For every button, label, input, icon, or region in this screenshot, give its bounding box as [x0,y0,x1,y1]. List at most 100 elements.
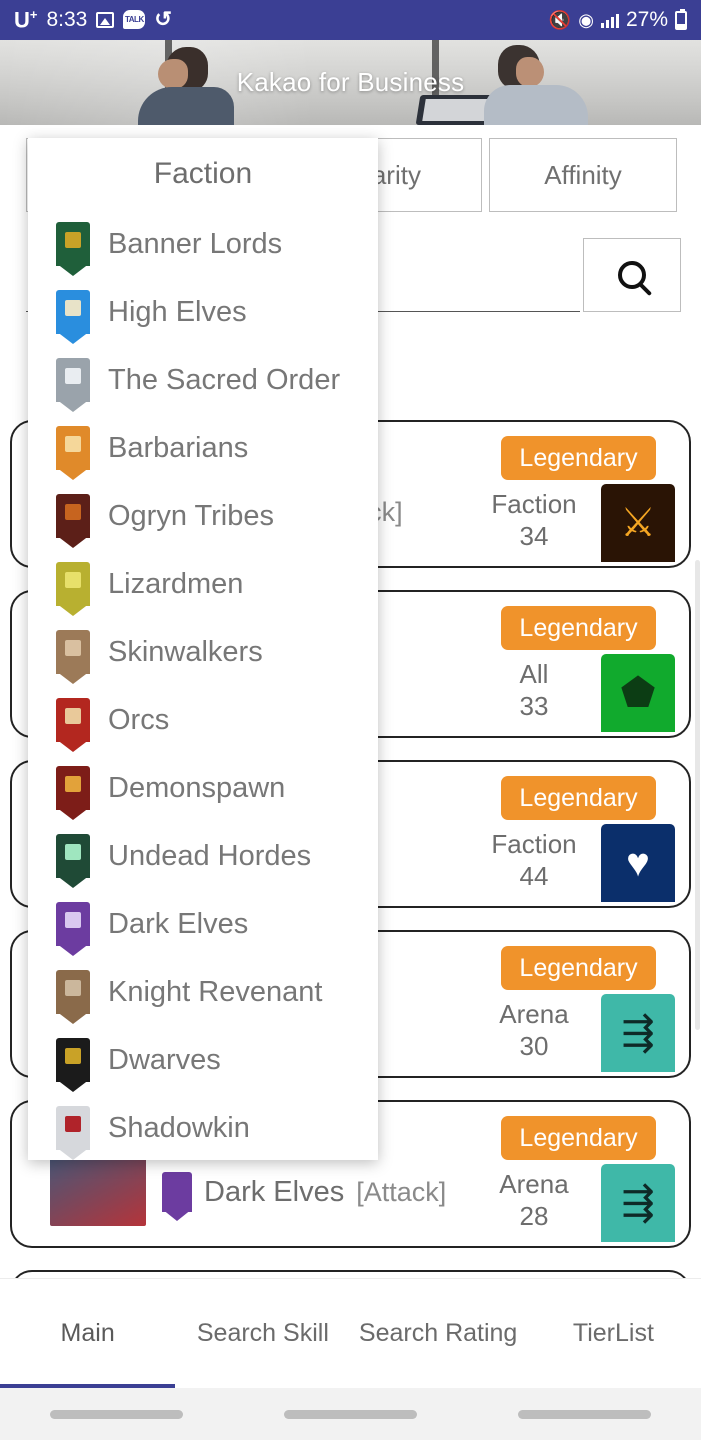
faction-option-the-sacred-order[interactable]: The Sacred Order [28,346,378,414]
faction-banner-icon [56,358,90,402]
battery-icon [675,11,687,30]
faction-banner-icon [56,562,90,606]
character-role-label: [Attack] [356,1177,446,1208]
faction-banner-icon [56,426,90,470]
faction-option-label: Dark Elves [108,908,248,941]
nav-label-main: Main [61,1318,115,1349]
faction-banner-icon [56,698,90,742]
faction-option-label: Banner Lords [108,228,282,261]
rating-category: Arena [474,1168,594,1200]
stat-glyph: ⇶ [601,994,675,1072]
faction-banner-icon [56,1106,90,1150]
rating-block: Arena 28 [474,1168,594,1232]
rating-block: Faction 44 [474,828,594,892]
filter-affinity-button[interactable]: Affinity [489,138,677,212]
mute-icon: 🔇 [549,11,571,29]
faction-option-knight-revenant[interactable]: Knight Revenant [28,958,378,1026]
rarity-badge: Legendary [501,946,656,990]
faction-option-ogryn-tribes[interactable]: Ogryn Tribes [28,482,378,550]
rating-category: Arena [474,998,594,1030]
rotate-icon: ↺ [154,9,172,30]
nav-label-search-skill: Search Skill [197,1318,329,1349]
nav-item-tierlist[interactable]: TierList [526,1279,701,1389]
stat-glyph: ⬟ [601,654,675,732]
character-faction-label: Dark Elves [204,1176,344,1209]
android-system-nav-bar [0,1388,701,1440]
nav-item-search-skill[interactable]: Search Skill [175,1279,350,1389]
faction-option-label: Undead Hordes [108,840,311,873]
faction-option-lizardmen[interactable]: Lizardmen [28,550,378,618]
nav-recents-handle[interactable] [518,1410,651,1419]
signal-icon [601,13,619,28]
stat-glyph: ⇶ [601,1164,675,1242]
ad-banner[interactable]: Kakao for Business [0,40,701,125]
faction-dropdown-items: Banner Lords High Elves The Sacred Order Ba… [28,210,378,1160]
faction-dropdown-menu[interactable]: Faction Banner Lords High Elves The Sacred… [28,138,378,1160]
carrier-label: U+ [14,7,37,33]
faction-option-orcs[interactable]: Orcs [28,686,378,754]
nav-label-tierlist: TierList [573,1318,654,1349]
faction-option-shadowkin[interactable]: Shadowkin [28,1094,378,1160]
android-status-bar: U+ 8:33 TALK ↺ ↎ 🔇 ◉ 27% [0,0,701,40]
faction-banner-icon [56,494,90,538]
faction-option-label: Ogryn Tribes [108,500,274,533]
rarity-badge: Legendary [501,1116,656,1160]
speed-runner-icon: ⇶ [601,994,675,1072]
stat-glyph: ⚔ [601,484,675,562]
faction-option-label: Dwarves [108,1044,221,1077]
wifi-icon: ◉ [578,11,594,29]
search-button[interactable] [583,238,681,312]
faction-option-dark-elves[interactable]: Dark Elves [28,890,378,958]
faction-option-label: Barbarians [108,432,248,465]
rating-block: Faction 34 [474,488,594,552]
faction-banner-icon [56,290,90,334]
faction-banner-icon [56,222,90,266]
rarity-badge: Legendary [501,776,656,820]
status-bar-left: U+ 8:33 TALK ↺ [14,7,172,33]
nav-home-handle[interactable] [284,1410,417,1419]
rating-category: Faction [474,488,594,520]
photo-icon [96,12,114,28]
rarity-badge: Legendary [501,436,656,480]
battery-percent: 27% [626,8,668,32]
rating-block: All 33 [474,658,594,722]
faction-option-demonspawn[interactable]: Demonspawn [28,754,378,822]
nav-label-search-rating: Search Rating [359,1318,517,1349]
nav-item-main[interactable]: Main [0,1279,175,1389]
faction-banner-icon [162,1172,192,1212]
faction-option-undead-hordes[interactable]: Undead Hordes [28,822,378,890]
list-scrollbar[interactable] [695,560,700,1030]
stat-glyph: ♥ [601,824,675,902]
rarity-badge: Legendary [501,606,656,650]
nav-back-handle[interactable] [50,1410,183,1419]
rating-value: 30 [474,1030,594,1062]
faction-option-barbarians[interactable]: Barbarians [28,414,378,482]
nav-item-search-rating[interactable]: Search Rating [351,1279,526,1389]
faction-option-dwarves[interactable]: Dwarves [28,1026,378,1094]
faction-option-high-elves[interactable]: High Elves [28,278,378,346]
faction-option-label: Demonspawn [108,772,285,805]
rating-value: 44 [474,860,594,892]
rating-block: Arena 30 [474,998,594,1062]
faction-option-label: High Elves [108,296,247,329]
faction-option-label: Knight Revenant [108,976,322,1009]
hp-heart-icon: ♥ [601,824,675,902]
faction-option-label: Orcs [108,704,169,737]
app-root: U+ 8:33 TALK ↺ ↎ 🔇 ◉ 27% Kakao for Busin… [0,0,701,1440]
defense-shield-icon: ⬟ [601,654,675,732]
faction-option-skinwalkers[interactable]: Skinwalkers [28,618,378,686]
status-bar-right: ↎ 🔇 ◉ 27% [542,8,687,32]
kakaotalk-icon: TALK [123,10,145,29]
faction-option-label: Skinwalkers [108,636,263,669]
faction-banner-icon [56,766,90,810]
bottom-navigation: Main Search Skill Search Rating TierList [0,1278,701,1388]
rating-category: All [474,658,594,690]
faction-banner-icon [56,902,90,946]
faction-banner-icon [56,834,90,878]
attack-sword-icon: ⚔ [601,484,675,562]
faction-banner-icon [56,1038,90,1082]
rating-value: 34 [474,520,594,552]
faction-option-banner-lords[interactable]: Banner Lords [28,210,378,278]
clock: 8:33 [46,8,87,32]
faction-option-label: The Sacred Order [108,364,340,397]
